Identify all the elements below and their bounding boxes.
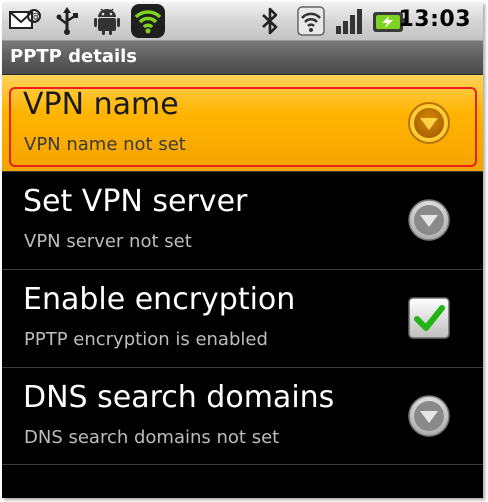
wifi-icon (130, 3, 166, 43)
dropdown-arrow-icon[interactable] (407, 394, 451, 438)
wifi-signal-icon (296, 6, 326, 40)
checkbox-checked-icon[interactable] (407, 296, 451, 340)
dropdown-arrow-icon[interactable] (407, 198, 451, 242)
pref-summary: VPN server not set (24, 231, 192, 252)
status-bar: @ 13:03 (2, 2, 483, 41)
android-debug-icon (92, 6, 122, 40)
pref-title: Enable encryption (23, 282, 296, 317)
title-bar: PPTP details (2, 41, 483, 75)
pref-summary: DNS search domains not set (24, 427, 280, 448)
page-title: PPTP details (10, 46, 138, 67)
dropdown-arrow-icon[interactable] (407, 101, 451, 145)
pref-dns-search-domains[interactable]: DNS search domains DNS search domains no… (2, 368, 483, 464)
divider (2, 464, 483, 465)
usb-icon (52, 6, 82, 40)
pref-summary: PPTP encryption is enabled (24, 329, 268, 350)
mail-sync-icon: @ (8, 6, 42, 40)
status-time: 13:03 (398, 7, 471, 32)
pref-title: VPN name (23, 87, 179, 122)
pref-vpn-name[interactable]: VPN name VPN name not set (2, 75, 483, 171)
pref-title: Set VPN server (23, 184, 248, 219)
pref-vpn-server[interactable]: Set VPN server VPN server not set (2, 172, 483, 268)
pref-enable-encryption[interactable]: Enable encryption PPTP encryption is ena… (2, 270, 483, 366)
phone-screen: @ 13:03 PPTP details VPN name VPN name n… (2, 2, 483, 498)
svg-text:@: @ (31, 12, 41, 23)
pref-title: DNS search domains (23, 380, 335, 415)
bluetooth-icon (258, 6, 282, 40)
cell-signal-icon (334, 6, 364, 40)
pref-summary: VPN name not set (24, 134, 186, 155)
